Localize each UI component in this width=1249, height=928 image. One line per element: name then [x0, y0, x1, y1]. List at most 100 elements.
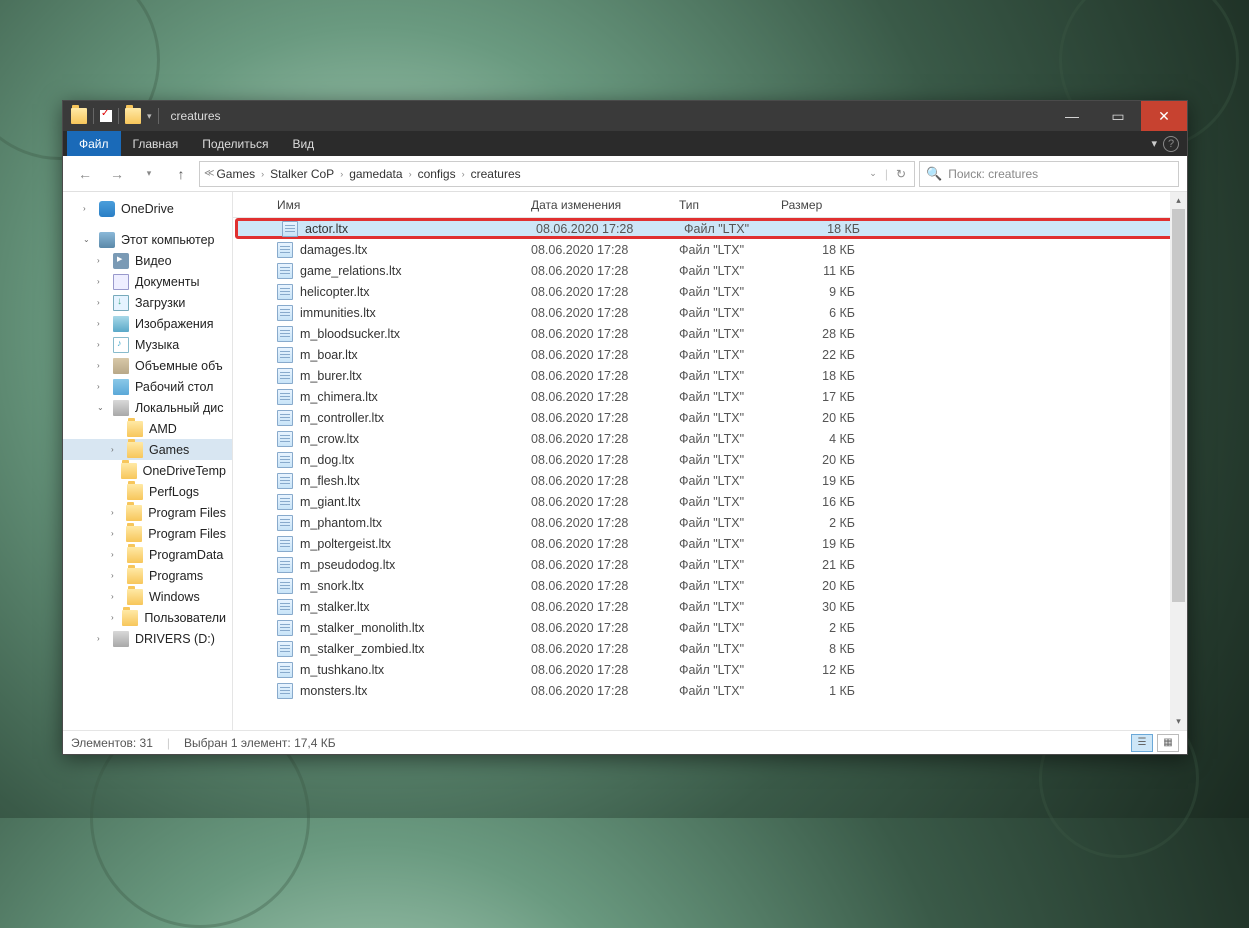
file-row[interactable]: m_poltergeist.ltx08.06.2020 17:28Файл "L…	[233, 533, 1187, 554]
column-size[interactable]: Размер	[781, 198, 869, 212]
file-row[interactable]: monsters.ltx08.06.2020 17:28Файл "LTX"1 …	[233, 680, 1187, 701]
view-details-button[interactable]: ☰	[1131, 734, 1153, 752]
scroll-up-icon[interactable]: ▴	[1170, 192, 1187, 209]
column-name[interactable]: Имя	[277, 198, 531, 212]
close-button[interactable]: ✕	[1141, 101, 1187, 131]
column-date[interactable]: Дата изменения	[531, 198, 679, 212]
file-row[interactable]: m_pseudodog.ltx08.06.2020 17:28Файл "LTX…	[233, 554, 1187, 575]
file-row[interactable]: actor.ltx08.06.2020 17:28Файл "LTX"18 КБ	[235, 218, 1185, 239]
file-row[interactable]: m_stalker_zombied.ltx08.06.2020 17:28Фай…	[233, 638, 1187, 659]
file-row[interactable]: m_bloodsucker.ltx08.06.2020 17:28Файл "L…	[233, 323, 1187, 344]
file-row[interactable]: m_phantom.ltx08.06.2020 17:28Файл "LTX"2…	[233, 512, 1187, 533]
breadcrumb-item[interactable]: Stalker CoP	[270, 167, 334, 181]
file-row[interactable]: helicopter.ltx08.06.2020 17:28Файл "LTX"…	[233, 281, 1187, 302]
help-icon[interactable]: ?	[1163, 136, 1179, 152]
sidebar-item-onedrive[interactable]: › OneDrive	[63, 198, 232, 219]
pc-icon	[99, 232, 115, 248]
sidebar-item-thispc[interactable]: ⌄ Этот компьютер	[63, 229, 232, 250]
vertical-scrollbar[interactable]: ▴ ▾	[1170, 192, 1187, 730]
sidebar-item-documents[interactable]: ›Документы	[63, 271, 232, 292]
sidebar-item-programs[interactable]: ›Programs	[63, 565, 232, 586]
refresh-button[interactable]: ↻	[896, 167, 906, 181]
breadcrumb-item[interactable]: Games	[216, 167, 255, 181]
nav-up-button[interactable]: ↑	[167, 160, 195, 188]
music-icon	[113, 337, 129, 353]
scroll-down-icon[interactable]: ▾	[1170, 713, 1187, 730]
file-row[interactable]: game_relations.ltx08.06.2020 17:28Файл "…	[233, 260, 1187, 281]
file-size: 18 КБ	[781, 369, 855, 383]
maximize-button[interactable]: ▭	[1095, 101, 1141, 131]
file-row[interactable]: m_dog.ltx08.06.2020 17:28Файл "LTX"20 КБ	[233, 449, 1187, 470]
view-large-button[interactable]: ▦	[1157, 734, 1179, 752]
file-size: 17 КБ	[781, 390, 855, 404]
breadcrumb-root-icon[interactable]: ≪	[204, 168, 214, 179]
file-type: Файл "LTX"	[679, 285, 781, 299]
sidebar-label: Документы	[135, 275, 199, 289]
file-row[interactable]: immunities.ltx08.06.2020 17:28Файл "LTX"…	[233, 302, 1187, 323]
breadcrumb-item[interactable]: configs	[418, 167, 456, 181]
file-size: 20 КБ	[781, 579, 855, 593]
column-type[interactable]: Тип	[679, 198, 781, 212]
sidebar-item-users[interactable]: ›Пользователи	[63, 607, 232, 628]
sidebar-item-music[interactable]: ›Музыка	[63, 334, 232, 355]
sidebar-item-localdisk[interactable]: ⌄Локальный дис	[63, 397, 232, 418]
file-row[interactable]: m_snork.ltx08.06.2020 17:28Файл "LTX"20 …	[233, 575, 1187, 596]
file-row[interactable]: m_tushkano.ltx08.06.2020 17:28Файл "LTX"…	[233, 659, 1187, 680]
sidebar-item-downloads[interactable]: ›Загрузки	[63, 292, 232, 313]
breadcrumb[interactable]: ≪ Games › Stalker CoP › gamedata › confi…	[199, 161, 915, 187]
sidebar-item-desktop[interactable]: ›Рабочий стол	[63, 376, 232, 397]
breadcrumb-dropdown-icon[interactable]: ⌄	[869, 168, 877, 179]
titlebar[interactable]: ▾ creatures — ▭ ✕	[63, 101, 1187, 131]
file-date: 08.06.2020 17:28	[531, 327, 679, 341]
breadcrumb-item[interactable]: creatures	[471, 167, 521, 181]
sidebar-item-windows[interactable]: ›Windows	[63, 586, 232, 607]
sidebar-item-amd[interactable]: AMD	[63, 418, 232, 439]
file-name: immunities.ltx	[300, 306, 531, 320]
tab-file[interactable]: Файл	[67, 131, 121, 156]
tab-share[interactable]: Поделиться	[190, 131, 280, 156]
sidebar-item-3d[interactable]: ›Объемные объ	[63, 355, 232, 376]
sidebar-item-images[interactable]: ›Изображения	[63, 313, 232, 334]
file-type: Файл "LTX"	[679, 432, 781, 446]
file-row[interactable]: m_flesh.ltx08.06.2020 17:28Файл "LTX"19 …	[233, 470, 1187, 491]
sidebar-item-programfilesx[interactable]: ›Program Files	[63, 523, 232, 544]
file-date: 08.06.2020 17:28	[531, 243, 679, 257]
scroll-thumb[interactable]	[1172, 209, 1185, 602]
file-row[interactable]: m_chimera.ltx08.06.2020 17:28Файл "LTX"1…	[233, 386, 1187, 407]
file-name: m_stalker.ltx	[300, 600, 531, 614]
qat-properties-icon[interactable]	[100, 110, 112, 122]
file-row[interactable]: m_burer.ltx08.06.2020 17:28Файл "LTX"18 …	[233, 365, 1187, 386]
tab-home[interactable]: Главная	[121, 131, 191, 156]
qat-dropdown-icon[interactable]: ▾	[147, 111, 152, 122]
sidebar-label: Музыка	[135, 338, 179, 352]
sidebar-item-perflogs[interactable]: PerfLogs	[63, 481, 232, 502]
sidebar-item-drivers-d[interactable]: ›DRIVERS (D:)	[63, 628, 232, 649]
qat-newfolder-icon[interactable]	[125, 108, 141, 124]
file-size: 21 КБ	[781, 558, 855, 572]
nav-back-button[interactable]: ←	[71, 160, 99, 188]
file-row[interactable]: m_boar.ltx08.06.2020 17:28Файл "LTX"22 К…	[233, 344, 1187, 365]
search-input[interactable]: 🔍 Поиск: creatures	[919, 161, 1179, 187]
nav-forward-button[interactable]: →	[103, 160, 131, 188]
navigation-bar: ← → ▾ ↑ ≪ Games › Stalker CoP › gamedata…	[63, 156, 1187, 192]
sidebar-item-games[interactable]: ›Games	[63, 439, 232, 460]
sidebar-item-videos[interactable]: ›Видео	[63, 250, 232, 271]
chevron-right-icon: ›	[462, 169, 465, 179]
ribbon-expand-icon[interactable]: ▾	[1151, 137, 1157, 150]
file-row[interactable]: damages.ltx08.06.2020 17:28Файл "LTX"18 …	[233, 239, 1187, 260]
file-date: 08.06.2020 17:28	[531, 663, 679, 677]
file-row[interactable]: m_controller.ltx08.06.2020 17:28Файл "LT…	[233, 407, 1187, 428]
nav-recent-dropdown[interactable]: ▾	[135, 160, 163, 188]
sidebar-item-programfiles[interactable]: ›Program Files	[63, 502, 232, 523]
breadcrumb-item[interactable]: gamedata	[349, 167, 402, 181]
file-row[interactable]: m_giant.ltx08.06.2020 17:28Файл "LTX"16 …	[233, 491, 1187, 512]
folder-icon	[122, 610, 138, 626]
file-row[interactable]: m_crow.ltx08.06.2020 17:28Файл "LTX"4 КБ	[233, 428, 1187, 449]
file-row[interactable]: m_stalker.ltx08.06.2020 17:28Файл "LTX"3…	[233, 596, 1187, 617]
file-icon	[277, 263, 293, 279]
tab-view[interactable]: Вид	[280, 131, 326, 156]
sidebar-item-onedrivetemp[interactable]: OneDriveTemp	[63, 460, 232, 481]
file-row[interactable]: m_stalker_monolith.ltx08.06.2020 17:28Фа…	[233, 617, 1187, 638]
sidebar-item-programdata[interactable]: ›ProgramData	[63, 544, 232, 565]
minimize-button[interactable]: —	[1049, 101, 1095, 131]
